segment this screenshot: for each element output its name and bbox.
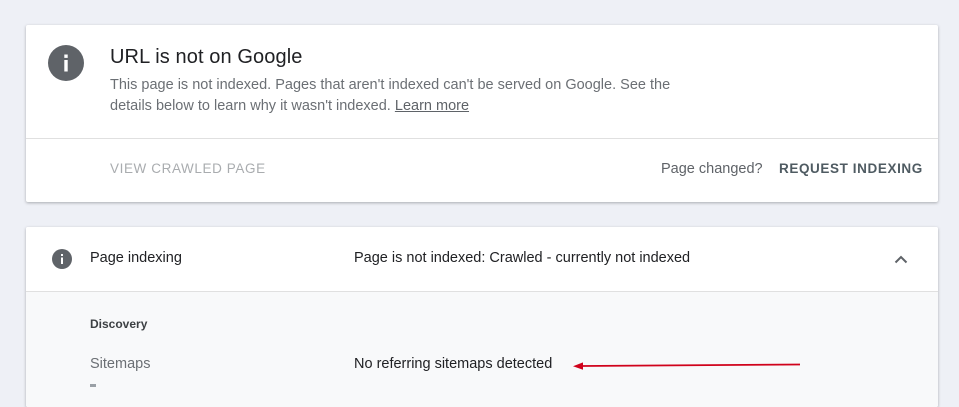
url-status-card: URL is not on Google This page is not in… <box>26 25 938 202</box>
discovery-heading: Discovery <box>90 317 148 331</box>
request-indexing-button[interactable]: REQUEST INDEXING <box>779 161 923 176</box>
status-title: URL is not on Google <box>110 46 303 68</box>
status-actions: VIEW CRAWLED PAGE Page changed? REQUEST … <box>26 139 938 202</box>
info-icon <box>52 249 72 269</box>
chevron-up-icon[interactable] <box>892 251 910 269</box>
status-description: This page is not indexed. Pages that are… <box>110 75 700 117</box>
page-indexing-card: Page indexing Page is not indexed: Crawl… <box>26 227 938 407</box>
view-crawled-page-button[interactable]: VIEW CRAWLED PAGE <box>110 161 266 176</box>
page-indexing-status: Page is not indexed: Crawled - currently… <box>354 250 691 266</box>
status-summary: URL is not on Google This page is not in… <box>26 25 938 139</box>
learn-more-link[interactable]: Learn more <box>395 98 469 114</box>
sitemaps-value: No referring sitemaps detected <box>354 356 553 372</box>
status-description-text: This page is not indexed. Pages that are… <box>110 77 671 114</box>
page-changed-label: Page changed? <box>661 161 763 177</box>
next-row-partial <box>90 384 96 387</box>
page-indexing-header[interactable]: Page indexing Page is not indexed: Crawl… <box>26 227 938 292</box>
page-indexing-label: Page indexing <box>90 250 182 266</box>
sitemaps-label: Sitemaps <box>90 356 151 372</box>
annotation-arrow <box>573 362 801 370</box>
info-icon <box>48 45 84 81</box>
